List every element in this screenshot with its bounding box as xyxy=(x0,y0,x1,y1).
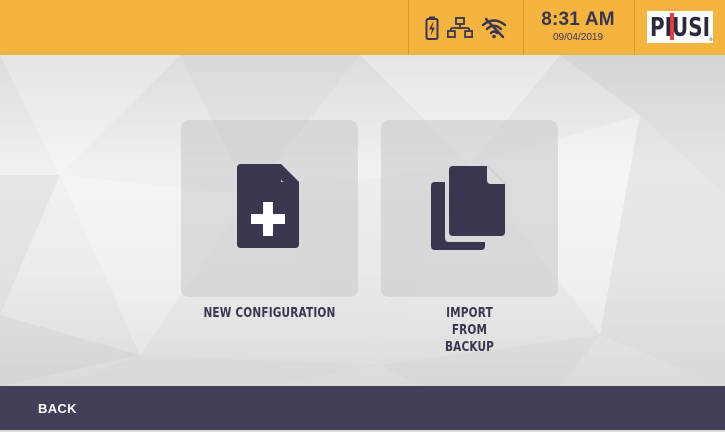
network-icon xyxy=(447,16,473,39)
svg-text:PIUSI: PIUSI xyxy=(650,13,710,43)
clock-date: 09/04/2019 xyxy=(552,32,604,43)
clock: 8:31 AM 09/04/2019 xyxy=(522,0,635,55)
svg-text:®: ® xyxy=(709,37,713,42)
piusi-logo: PIUSI ® xyxy=(647,11,713,43)
new-configuration-label: NEW CONFIGURATION xyxy=(203,305,336,321)
bottom-nav-bar: BACK xyxy=(0,386,725,430)
battery-charging-icon xyxy=(425,16,439,40)
wifi-off-icon xyxy=(481,17,507,39)
import-from-backup-tile[interactable] xyxy=(381,120,558,297)
main-content: NEW CONFIGURATION IMPORT FROM BACKUP xyxy=(0,55,725,386)
status-icons-group xyxy=(408,0,524,55)
polygon-background xyxy=(0,55,725,386)
new-document-icon xyxy=(237,164,299,248)
back-button[interactable]: BACK xyxy=(38,386,118,430)
import-from-backup-label: IMPORT FROM BACKUP xyxy=(400,305,538,356)
copy-documents-icon xyxy=(431,166,505,250)
new-configuration-tile[interactable] xyxy=(181,120,358,297)
import-from-backup-label-text: IMPORT FROM BACKUP xyxy=(444,305,495,355)
clock-time: 8:31 AM xyxy=(541,9,615,30)
top-status-bar: 8:31 AM 09/04/2019 PIUSI ® xyxy=(0,0,725,55)
